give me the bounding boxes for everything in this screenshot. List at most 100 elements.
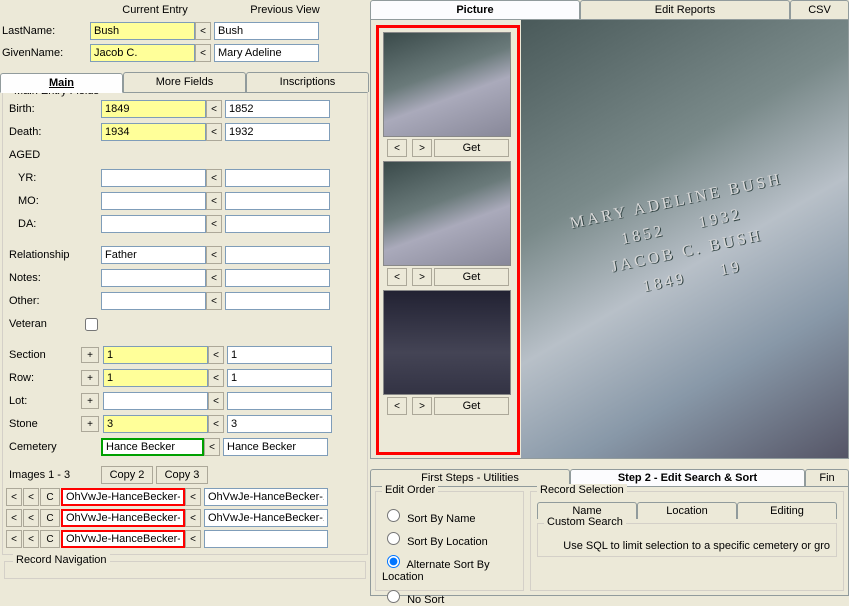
mo-copy-button[interactable]: <: [206, 192, 222, 210]
thumbnail-1[interactable]: [383, 32, 511, 137]
da-prev-input[interactable]: [225, 215, 330, 233]
section-current-input[interactable]: [103, 346, 208, 364]
img1-lt1-button[interactable]: <: [6, 488, 22, 506]
notes-copy-button[interactable]: <: [206, 269, 222, 287]
relationship-current-input[interactable]: [101, 246, 206, 264]
record-navigation-title: Record Navigation: [13, 554, 110, 566]
lastname-copy-button[interactable]: <: [195, 22, 211, 40]
img2-c-button[interactable]: C: [40, 509, 60, 527]
label-other: Other:: [6, 293, 81, 309]
radio-sort-by-name[interactable]: Sort By Name: [382, 506, 517, 525]
img1-lt2-button[interactable]: <: [23, 488, 39, 506]
other-current-input[interactable]: [101, 292, 206, 310]
img3-current-input[interactable]: [61, 530, 185, 548]
notes-prev-input[interactable]: [225, 269, 330, 287]
givenname-prev-input[interactable]: [214, 44, 319, 62]
img2-current-input[interactable]: [61, 509, 185, 527]
yr-copy-button[interactable]: <: [206, 169, 222, 187]
img1-current-input[interactable]: [61, 488, 185, 506]
relationship-prev-input[interactable]: [225, 246, 330, 264]
relationship-copy-button[interactable]: <: [206, 246, 222, 264]
death-current-input[interactable]: [101, 123, 206, 141]
lastname-current-input[interactable]: [90, 22, 195, 40]
tab-edit-reports[interactable]: Edit Reports: [580, 0, 790, 19]
death-prev-input[interactable]: [225, 123, 330, 141]
death-copy-button[interactable]: <: [206, 123, 222, 141]
section-plus-button[interactable]: +: [81, 347, 99, 363]
row-prev-input[interactable]: [227, 369, 332, 387]
img1-copy-button[interactable]: <: [185, 488, 201, 506]
label-lot: Lot:: [6, 393, 81, 409]
img1-prev-input[interactable]: [204, 488, 328, 506]
birth-current-input[interactable]: [101, 100, 206, 118]
stone-copy-button[interactable]: <: [208, 415, 224, 433]
tab-picture[interactable]: Picture: [370, 0, 580, 19]
thumb2-prev-button[interactable]: <: [387, 268, 407, 286]
cemetery-prev-input[interactable]: [223, 438, 328, 456]
tab-editing[interactable]: Editing: [737, 502, 837, 519]
label-birth: Birth:: [6, 101, 81, 117]
thumbnail-3[interactable]: [383, 290, 511, 395]
thumb3-next-button[interactable]: >: [412, 397, 432, 415]
veteran-checkbox[interactable]: [85, 318, 98, 331]
img1-c-button[interactable]: C: [40, 488, 60, 506]
tab-csv[interactable]: CSV: [790, 0, 849, 19]
img2-lt1-button[interactable]: <: [6, 509, 22, 527]
label-lastname: LastName:: [0, 22, 90, 40]
row-copy-button[interactable]: <: [208, 369, 224, 387]
thumb2-get-button[interactable]: Get: [434, 268, 509, 286]
da-current-input[interactable]: [101, 215, 206, 233]
thumb3-get-button[interactable]: Get: [434, 397, 509, 415]
lot-prev-input[interactable]: [227, 392, 332, 410]
givenname-current-input[interactable]: [90, 44, 195, 62]
lastname-prev-input[interactable]: [214, 22, 319, 40]
picture-area: MARY ADELINE BUSH 1852 1932 JACOB C. BUS…: [370, 19, 849, 459]
tab-location[interactable]: Location: [637, 502, 737, 519]
radio-alternate-sort[interactable]: Alternate Sort By Location: [382, 552, 517, 583]
yr-prev-input[interactable]: [225, 169, 330, 187]
copy3-button[interactable]: Copy 3: [156, 466, 208, 484]
other-prev-input[interactable]: [225, 292, 330, 310]
img3-lt2-button[interactable]: <: [23, 530, 39, 548]
tab-inscriptions[interactable]: Inscriptions: [246, 72, 369, 92]
tab-main[interactable]: Main: [0, 73, 123, 93]
img3-c-button[interactable]: C: [40, 530, 60, 548]
mo-current-input[interactable]: [101, 192, 206, 210]
row-current-input[interactable]: [103, 369, 208, 387]
birth-prev-input[interactable]: [225, 100, 330, 118]
yr-current-input[interactable]: [101, 169, 206, 187]
thumb1-next-button[interactable]: >: [412, 139, 432, 157]
radio-sort-by-location[interactable]: Sort By Location: [382, 529, 517, 548]
stone-plus-button[interactable]: +: [81, 416, 99, 432]
thumb1-get-button[interactable]: Get: [434, 139, 509, 157]
birth-copy-button[interactable]: <: [206, 100, 222, 118]
notes-current-input[interactable]: [101, 269, 206, 287]
cemetery-copy-button[interactable]: <: [204, 438, 220, 456]
lot-copy-button[interactable]: <: [208, 392, 224, 410]
img2-prev-input[interactable]: [204, 509, 328, 527]
mo-prev-input[interactable]: [225, 192, 330, 210]
givenname-copy-button[interactable]: <: [195, 44, 211, 62]
img3-copy-button[interactable]: <: [185, 530, 201, 548]
thumb2-next-button[interactable]: >: [412, 268, 432, 286]
row-plus-button[interactable]: +: [81, 370, 99, 386]
stone-prev-input[interactable]: [227, 415, 332, 433]
da-copy-button[interactable]: <: [206, 215, 222, 233]
tab-fin[interactable]: Fin: [805, 469, 849, 486]
stone-current-input[interactable]: [103, 415, 208, 433]
thumbnail-2[interactable]: [383, 161, 511, 266]
tab-more-fields[interactable]: More Fields: [123, 72, 246, 92]
img3-lt1-button[interactable]: <: [6, 530, 22, 548]
other-copy-button[interactable]: <: [206, 292, 222, 310]
lot-current-input[interactable]: [103, 392, 208, 410]
copy2-button[interactable]: Copy 2: [101, 466, 153, 484]
section-copy-button[interactable]: <: [208, 346, 224, 364]
img2-copy-button[interactable]: <: [185, 509, 201, 527]
thumb1-prev-button[interactable]: <: [387, 139, 407, 157]
thumb3-prev-button[interactable]: <: [387, 397, 407, 415]
lot-plus-button[interactable]: +: [81, 393, 99, 409]
img2-lt2-button[interactable]: <: [23, 509, 39, 527]
img3-prev-input[interactable]: [204, 530, 328, 548]
cemetery-current-input[interactable]: [101, 438, 204, 456]
section-prev-input[interactable]: [227, 346, 332, 364]
